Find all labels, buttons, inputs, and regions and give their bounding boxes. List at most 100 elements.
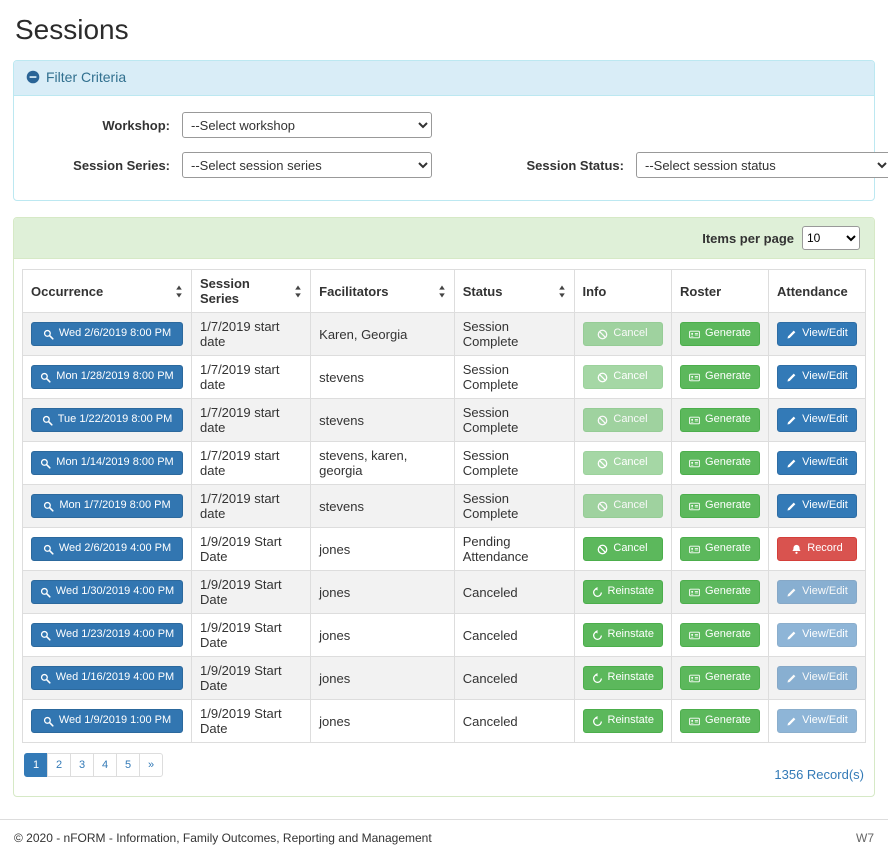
sort-icon[interactable]	[558, 285, 566, 298]
cancel-button[interactable]: Cancel	[583, 494, 663, 517]
view-edit-button[interactable]: View/Edit	[777, 666, 857, 689]
generate-button[interactable]: Generate	[680, 451, 760, 474]
reinstate-button[interactable]: Reinstate	[583, 580, 663, 603]
column-header-status[interactable]: Status	[454, 270, 574, 313]
occurrence-cell: Mon 1/14/2019 8:00 PM	[23, 442, 192, 485]
info-action-label: Reinstate	[608, 714, 654, 727]
view-edit-button[interactable]: View/Edit	[777, 365, 857, 388]
page-button-2[interactable]: 2	[47, 753, 71, 777]
occurrence-button[interactable]: Wed 1/23/2019 4:00 PM	[31, 623, 183, 646]
pencil-icon	[786, 329, 797, 340]
search-icon	[43, 329, 54, 340]
id-card-icon	[689, 630, 700, 641]
ban-icon	[597, 372, 608, 383]
roster-cell: Generate	[671, 571, 768, 614]
page-button-»[interactable]: »	[139, 753, 163, 777]
sort-icon[interactable]	[294, 285, 302, 298]
column-header-facilitators[interactable]: Facilitators	[311, 270, 455, 313]
attendance-cell: View/Edit	[768, 356, 865, 399]
sort-icon[interactable]	[438, 285, 446, 298]
id-card-icon	[689, 501, 700, 512]
info-action-label: Cancel	[613, 327, 647, 340]
view-edit-button[interactable]: View/Edit	[777, 322, 857, 345]
view-edit-button[interactable]: View/Edit	[777, 408, 857, 431]
attendance-cell: View/Edit	[768, 571, 865, 614]
items-per-page-select[interactable]: 10	[802, 226, 860, 250]
workshop-select[interactable]: --Select workshop	[182, 112, 432, 138]
generate-button[interactable]: Generate	[680, 322, 760, 345]
view-edit-button[interactable]: View/Edit	[777, 709, 857, 732]
view-edit-button[interactable]: View/Edit	[777, 451, 857, 474]
sessions-page: Sessions Filter Criteria Workshop: --Sel…	[0, 0, 888, 859]
cancel-button[interactable]: Cancel	[583, 322, 663, 345]
occurrence-cell: Wed 2/6/2019 8:00 PM	[23, 313, 192, 356]
pencil-icon	[786, 630, 797, 641]
cancel-button[interactable]: Cancel	[583, 365, 663, 388]
status-cell: Session Complete	[454, 442, 574, 485]
generate-button[interactable]: Generate	[680, 666, 760, 689]
cancel-button[interactable]: Cancel	[583, 537, 663, 560]
column-header-session-series[interactable]: Session Series	[192, 270, 311, 313]
generate-button[interactable]: Generate	[680, 408, 760, 431]
occurrence-button[interactable]: Wed 1/16/2019 4:00 PM	[31, 666, 183, 689]
info-cell: Cancel	[574, 485, 671, 528]
occurrence-label: Wed 1/9/2019 1:00 PM	[59, 714, 171, 727]
occurrence-button[interactable]: Mon 1/7/2019 8:00 PM	[31, 494, 183, 517]
view-edit-button[interactable]: View/Edit	[777, 623, 857, 646]
generate-label: Generate	[705, 413, 751, 426]
sessions-panel-header: Items per page 10	[14, 218, 874, 259]
session-status-select[interactable]: --Select session status	[636, 152, 888, 178]
occurrence-cell: Wed 1/30/2019 4:00 PM	[23, 571, 192, 614]
page-button-4[interactable]: 4	[93, 753, 117, 777]
column-header-occurrence[interactable]: Occurrence	[23, 270, 192, 313]
occurrence-button[interactable]: Wed 1/30/2019 4:00 PM	[31, 580, 183, 603]
search-icon	[40, 630, 51, 641]
occurrence-cell: Mon 1/28/2019 8:00 PM	[23, 356, 192, 399]
generate-button[interactable]: Generate	[680, 709, 760, 732]
page-button-5[interactable]: 5	[116, 753, 140, 777]
generate-button[interactable]: Generate	[680, 537, 760, 560]
generate-button[interactable]: Generate	[680, 580, 760, 603]
page-button-1[interactable]: 1	[24, 753, 48, 777]
search-icon	[43, 544, 54, 555]
occurrence-button[interactable]: Mon 1/28/2019 8:00 PM	[31, 365, 183, 388]
generate-label: Generate	[705, 542, 751, 555]
occurrence-button[interactable]: Wed 2/6/2019 4:00 PM	[31, 537, 183, 560]
session-series-select[interactable]: --Select session series	[182, 152, 432, 178]
site-footer: © 2020 - nFORM - Information, Family Out…	[0, 819, 888, 859]
pencil-icon	[786, 501, 797, 512]
generate-label: Generate	[705, 628, 751, 641]
info-action-label: Reinstate	[608, 585, 654, 598]
search-icon	[43, 501, 54, 512]
reinstate-button[interactable]: Reinstate	[583, 666, 663, 689]
generate-button[interactable]: Generate	[680, 365, 760, 388]
view-edit-button[interactable]: View/Edit	[777, 494, 857, 517]
bell-icon	[791, 544, 802, 555]
pencil-icon	[786, 415, 797, 426]
occurrence-button[interactable]: Tue 1/22/2019 8:00 PM	[31, 408, 183, 431]
pencil-icon	[786, 673, 797, 684]
cancel-button[interactable]: Cancel	[583, 408, 663, 431]
search-icon	[40, 587, 51, 598]
occurrence-label: Mon 1/28/2019 8:00 PM	[56, 370, 173, 383]
facilitators-cell: Karen, Georgia	[311, 313, 455, 356]
generate-label: Generate	[705, 585, 751, 598]
table-row: Wed 2/6/2019 8:00 PM 1/7/2019 start date…	[23, 313, 866, 356]
generate-button[interactable]: Generate	[680, 623, 760, 646]
id-card-icon	[689, 329, 700, 340]
id-card-icon	[689, 673, 700, 684]
view-edit-button[interactable]: View/Edit	[777, 580, 857, 603]
facilitators-cell: stevens	[311, 399, 455, 442]
occurrence-button[interactable]: Mon 1/14/2019 8:00 PM	[31, 451, 183, 474]
page-button-3[interactable]: 3	[70, 753, 94, 777]
filter-criteria-toggle[interactable]: Filter Criteria	[26, 69, 126, 85]
record-button[interactable]: Record	[777, 537, 857, 560]
generate-label: Generate	[705, 327, 751, 340]
occurrence-button[interactable]: Wed 2/6/2019 8:00 PM	[31, 322, 183, 345]
occurrence-button[interactable]: Wed 1/9/2019 1:00 PM	[31, 709, 183, 732]
reinstate-button[interactable]: Reinstate	[583, 709, 663, 732]
reinstate-button[interactable]: Reinstate	[583, 623, 663, 646]
sort-icon[interactable]	[175, 285, 183, 298]
generate-button[interactable]: Generate	[680, 494, 760, 517]
cancel-button[interactable]: Cancel	[583, 451, 663, 474]
